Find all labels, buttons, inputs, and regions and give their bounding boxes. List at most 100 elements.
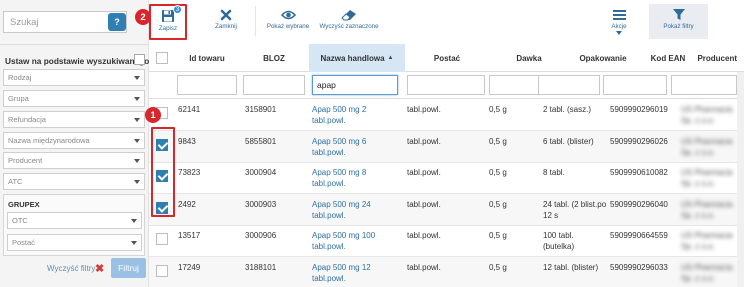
column-header-dose[interactable]: Dawka (489, 44, 569, 72)
actions-menu-button[interactable]: Akcje (605, 0, 633, 42)
help-icon[interactable]: ? (108, 13, 126, 31)
caret-down-icon (134, 139, 140, 143)
table-row[interactable]: 9843 5855801 Apap 500 mg 6 tabl.powl. tabl.… (149, 130, 744, 163)
select-value: OTC (12, 216, 28, 225)
filter-sidebar: ? Ustaw na podstawie wyszukiwanego towar… (0, 0, 179, 287)
table-row[interactable]: 2492 3000903 Apap 500 mg 24 tabl.powl. tabl… (149, 193, 744, 226)
cell-bloz: 3000906 (245, 231, 277, 240)
column-filter-row: apap (149, 72, 744, 99)
column-header-producer[interactable]: Producent (677, 44, 743, 72)
close-icon (220, 9, 232, 21)
grupex-otc-select[interactable]: OTC (7, 212, 142, 229)
caret-down-icon (616, 31, 622, 35)
filter-group-select[interactable]: Grupa (3, 90, 145, 107)
trade-name-filter-input[interactable]: apap (312, 75, 398, 95)
cell-form: tabl.powl. (407, 168, 441, 177)
cell-name[interactable]: Apap 500 mg 2 tabl.powl. (312, 104, 402, 126)
header-label: Nazwa handlowa (320, 53, 385, 63)
vertical-scrollbar[interactable] (737, 72, 744, 287)
cell-ean: 5909990664559 (610, 231, 668, 240)
cell-form: tabl.powl. (407, 199, 441, 209)
cell-bloz: 3158901 (245, 105, 277, 114)
cell-name[interactable]: Apap 500 mg 24 tabl.powl. (312, 199, 402, 221)
cell-ean: 5909990296019 (610, 105, 668, 114)
cell-dose: 0,5 g (489, 168, 507, 177)
cell-id: 17249 (178, 262, 201, 272)
caret-down-icon (134, 76, 140, 80)
ean-filter-input[interactable] (603, 75, 667, 95)
show-filters-button[interactable]: Pokaż filtry (649, 0, 708, 42)
cell-name[interactable]: Apap 500 mg 100 tabl.powl. (312, 230, 402, 252)
toolbar-divider (255, 6, 256, 36)
cell-pack: 2 tabl. (sasz.) (543, 105, 592, 114)
eraser-icon (341, 10, 356, 21)
table-row[interactable]: 73823 3000904 Apap 500 mg 8 tabl.powl. tabl… (149, 162, 744, 194)
filter-producer-select[interactable]: Producent (3, 152, 145, 169)
row-checkbox[interactable] (156, 264, 168, 277)
close-icon[interactable]: ✖ (95, 262, 104, 275)
filter-international-name-select[interactable]: Nazwa międzynarodowa (3, 132, 145, 149)
cell-dose: 0,5 g (489, 199, 507, 209)
select-value: ATC (8, 177, 23, 186)
cell-ean: 5909990296033 (610, 262, 668, 272)
funnel-icon (672, 9, 685, 20)
grupex-title: GRUPEX (8, 200, 40, 209)
filter-refund-select[interactable]: Refundacja (3, 111, 145, 128)
show-selected-button[interactable]: Pokaż wybrane (265, 0, 311, 42)
clear-selected-button[interactable]: Wyczyść zaznaczone (318, 0, 380, 42)
cell-form: tabl.powl. (407, 105, 441, 114)
cell-producer: US Pharmacia Sp. z o.o. (681, 199, 733, 220)
id-filter-input[interactable] (177, 75, 237, 95)
table-row[interactable]: 62141 3158901 Apap 500 mg 2 tabl.powl. tabl… (149, 99, 744, 131)
grupex-panel: GRUPEX OTC Postać (3, 194, 145, 256)
row-checkbox[interactable] (156, 233, 168, 245)
select-value: Rodzaj (8, 73, 32, 82)
filter-button[interactable]: Filtruj (111, 258, 146, 278)
column-header-package[interactable]: Opakowanie (571, 44, 635, 72)
filter-atc-select[interactable]: ATC (3, 173, 145, 190)
table-row[interactable]: 17249 3188101 Apap 500 mg 12 tabl.powl. tab… (149, 256, 744, 287)
cell-dose: 0,5 g (489, 105, 507, 114)
column-header-bloz[interactable]: BLOZ (241, 44, 307, 72)
close-button[interactable]: Zamknij (208, 0, 244, 42)
cell-bloz: 5855801 (245, 136, 277, 146)
clear-filters-link[interactable]: Wyczyść filtry (47, 264, 95, 273)
caret-down-icon (134, 97, 140, 101)
table-header-row: Id towaru BLOZ Nazwa handlowa ▲ Postać Da… (149, 44, 744, 72)
cell-dose: 0,5 g (489, 136, 507, 146)
cell-name[interactable]: Apap 500 mg 8 tabl.powl. (312, 167, 402, 189)
cell-producer: US Pharmacia Sp. z o.o. (681, 105, 733, 125)
eye-icon (280, 10, 296, 20)
caret-down-icon (134, 159, 140, 163)
column-header-id[interactable]: Id towaru (175, 44, 239, 72)
select-value: Producent (8, 156, 43, 165)
step-badge-1: 1 (145, 107, 161, 123)
producer-filter-input[interactable] (671, 75, 737, 95)
menu-icon (612, 10, 626, 20)
clear-selected-label: Wyczyść zaznaczone (319, 23, 379, 30)
cell-name[interactable]: Apap 500 mg 6 tabl.powl. (312, 136, 402, 158)
cell-name[interactable]: Apap 500 mg 12 tabl.powl. (312, 262, 402, 284)
set-on-base-checkbox[interactable] (134, 54, 145, 65)
column-header-form[interactable]: Postać (407, 44, 487, 72)
cell-pack: 8 tabl. (543, 168, 565, 177)
cell-form: tabl.powl. (407, 136, 441, 146)
filter-type-select[interactable]: Rodzaj (3, 69, 145, 86)
sort-ascending-icon: ▲ (387, 55, 394, 61)
bloz-filter-input[interactable] (243, 75, 305, 95)
form-filter-input[interactable] (407, 75, 485, 95)
column-header-trade-name[interactable]: Nazwa handlowa ▲ (309, 44, 405, 72)
save-count-badge: 3 (173, 5, 182, 14)
select-all-checkbox[interactable] (156, 52, 168, 64)
cell-form: tabl.powl. (407, 231, 441, 240)
select-value: Refundacja (8, 115, 46, 124)
header-label: Opakowanie (579, 53, 627, 63)
show-selected-label: Pokaż wybrane (266, 23, 310, 30)
package-filter-input[interactable] (538, 75, 600, 95)
cell-producer: US Pharmacia Sp. z o.o. (681, 231, 733, 251)
header-label: Dawka (516, 53, 542, 63)
grupex-form-select[interactable]: Postać (7, 234, 142, 251)
cell-producer: US Pharmacia Sp. z o.o. (681, 136, 733, 157)
cell-pack: 24 tabl. (2 blist.po 12 s (543, 199, 607, 220)
table-row[interactable]: 13517 3000906 Apap 500 mg 100 tabl.powl. ta… (149, 225, 744, 257)
